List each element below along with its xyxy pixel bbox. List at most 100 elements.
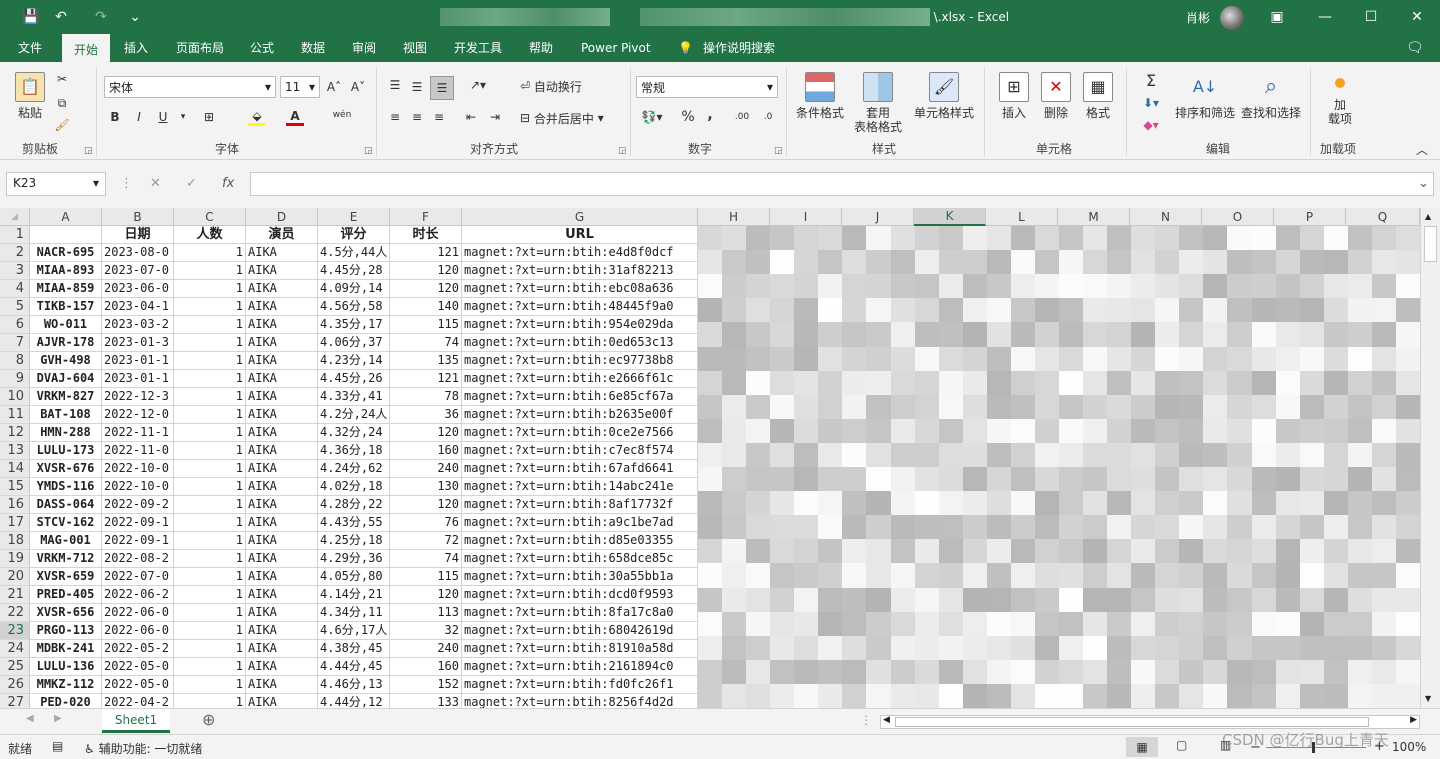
table-cell[interactable]: AIKA	[246, 532, 318, 550]
vertical-scrollbar[interactable]: ▲ ▼	[1420, 208, 1440, 708]
conditional-formatting-button[interactable]: 条件格式	[794, 72, 846, 120]
table-cell[interactable]: 4.09分,14	[318, 280, 390, 298]
table-cell[interactable]: 160	[390, 658, 462, 676]
table-cell[interactable]: 1	[174, 298, 246, 316]
url-cell[interactable]: magnet:?xt=urn:btih:14abc241e	[462, 478, 698, 496]
table-cell[interactable]: 240	[390, 460, 462, 478]
table-cell[interactable]: AIKA	[246, 514, 318, 532]
table-cell[interactable]: AIKA	[246, 280, 318, 298]
chevron-down-icon[interactable]: ▾	[178, 108, 188, 126]
url-cell[interactable]: magnet:?xt=urn:btih:fd0fc26f1	[462, 676, 698, 694]
row-header[interactable]: 14	[0, 460, 30, 478]
code-cell[interactable]: PRED-405	[30, 586, 102, 604]
table-cell[interactable]: AIKA	[246, 478, 318, 496]
scroll-thumb[interactable]	[895, 717, 1369, 727]
insert-cells-button[interactable]: ⊞ 插入	[996, 72, 1032, 120]
table-cell[interactable]: 4.34分,11	[318, 604, 390, 622]
table-cell[interactable]: 76	[390, 514, 462, 532]
table-cell[interactable]: 2022-10-0	[102, 460, 174, 478]
table-cell[interactable]: AIKA	[246, 262, 318, 280]
url-cell[interactable]: magnet:?xt=urn:btih:0ed653c13	[462, 334, 698, 352]
code-cell[interactable]: LULU-136	[30, 658, 102, 676]
table-cell[interactable]: 1	[174, 550, 246, 568]
table-cell[interactable]: 121	[390, 244, 462, 262]
percent-button[interactable]: %	[680, 108, 696, 126]
table-cell[interactable]: 2023-04-1	[102, 298, 174, 316]
code-cell[interactable]: DASS-064	[30, 496, 102, 514]
url-cell[interactable]: magnet:?xt=urn:btih:31af82213	[462, 262, 698, 280]
table-cell[interactable]: 2022-09-1	[102, 514, 174, 532]
table-cell[interactable]: 1	[174, 568, 246, 586]
table-cell[interactable]: 4.06分,37	[318, 334, 390, 352]
row-header[interactable]: 9	[0, 370, 30, 388]
table-cell[interactable]: 72	[390, 532, 462, 550]
font-color-icon[interactable]: A	[286, 108, 304, 126]
cut-icon[interactable]: ✂	[54, 70, 70, 88]
code-cell[interactable]: BAT-108	[30, 406, 102, 424]
clear-icon[interactable]: ◆▾	[1136, 116, 1166, 134]
tab-page-layout[interactable]: 页面布局	[176, 34, 224, 62]
table-cell[interactable]: AIKA	[246, 334, 318, 352]
table-cell[interactable]: 2022-09-1	[102, 532, 174, 550]
table-cell[interactable]: AIKA	[246, 298, 318, 316]
font-size-combo[interactable]: 11 ▾	[280, 76, 320, 98]
code-cell[interactable]: XVSR-676	[30, 460, 102, 478]
row-header[interactable]: 6	[0, 316, 30, 334]
close-icon[interactable]: ✕	[1394, 0, 1440, 34]
url-cell[interactable]: magnet:?xt=urn:btih:ec97738b8	[462, 352, 698, 370]
row-header[interactable]: 15	[0, 478, 30, 496]
increase-font-icon[interactable]: A˄	[326, 78, 342, 96]
table-cell[interactable]: 1	[174, 442, 246, 460]
ribbon-display-options-icon[interactable]: ▣	[1254, 0, 1300, 34]
align-left-icon[interactable]: ≡	[386, 108, 404, 126]
table-cell[interactable]: 74	[390, 550, 462, 568]
redo-icon[interactable]: ↷	[90, 6, 112, 28]
url-cell[interactable]: magnet:?xt=urn:btih:e4d8f0dcf	[462, 244, 698, 262]
worksheet-grid[interactable]: ◢ A B C D E F G H I J K L M N O P Q 1 2 3 4 5 6 7 8 9 10 11 12 13 14 15…	[0, 208, 1440, 712]
table-cell[interactable]: 1	[174, 586, 246, 604]
tab-help[interactable]: 帮助	[529, 34, 553, 62]
table-cell[interactable]: 74	[390, 334, 462, 352]
code-cell[interactable]: TIKB-157	[30, 298, 102, 316]
prev-sheet-icon[interactable]: ◀	[26, 713, 34, 724]
table-cell[interactable]: 240	[390, 640, 462, 658]
table-cell[interactable]: 2022-05-0	[102, 676, 174, 694]
maximize-icon[interactable]: ☐	[1348, 0, 1394, 34]
url-cell[interactable]: magnet:?xt=urn:btih:c7ec8f574	[462, 442, 698, 460]
code-cell[interactable]: MDBK-241	[30, 640, 102, 658]
table-cell[interactable]: AIKA	[246, 316, 318, 334]
url-cell[interactable]: magnet:?xt=urn:btih:dcd0f9593	[462, 586, 698, 604]
comments-icon[interactable]: 🗨	[1406, 34, 1424, 62]
column-header[interactable]: A	[30, 208, 102, 226]
header-cell[interactable]: URL	[462, 226, 698, 244]
select-all-corner[interactable]: ◢	[0, 208, 30, 226]
collapse-ribbon-icon[interactable]: ︿	[1414, 142, 1430, 157]
expand-formula-bar-icon[interactable]: ⌄	[1418, 176, 1429, 191]
table-cell[interactable]: 2022-06-0	[102, 622, 174, 640]
column-header[interactable]: G	[462, 208, 698, 226]
table-cell[interactable]: 2022-09-2	[102, 496, 174, 514]
formula-input[interactable]	[250, 172, 1434, 196]
row-header[interactable]: 18	[0, 532, 30, 550]
code-cell[interactable]: XVSR-659	[30, 568, 102, 586]
sort-filter-button[interactable]: A↓ 排序和筛选	[1172, 72, 1238, 121]
column-header[interactable]: B	[102, 208, 174, 226]
table-cell[interactable]: 2022-07-0	[102, 568, 174, 586]
row-header[interactable]: 3	[0, 262, 30, 280]
table-cell[interactable]: 1	[174, 262, 246, 280]
header-cell[interactable]: 日期	[102, 226, 174, 244]
minimize-icon[interactable]: —	[1302, 0, 1348, 34]
fill-icon[interactable]: ⬇▾	[1136, 94, 1166, 112]
comma-style-button[interactable]: ,	[704, 106, 716, 124]
middle-align-icon[interactable]: ☰	[408, 78, 426, 96]
table-cell[interactable]: 113	[390, 604, 462, 622]
table-cell[interactable]: 135	[390, 352, 462, 370]
italic-button[interactable]: I	[132, 108, 146, 126]
table-cell[interactable]: 1	[174, 406, 246, 424]
table-cell[interactable]: AIKA	[246, 460, 318, 478]
table-cell[interactable]: 1	[174, 460, 246, 478]
table-cell[interactable]: 78	[390, 388, 462, 406]
addins-button[interactable]: 加 载项	[1322, 74, 1358, 126]
number-format-combo[interactable]: 常规 ▾	[636, 76, 778, 98]
decrease-decimal-button[interactable]: .0	[756, 108, 780, 126]
